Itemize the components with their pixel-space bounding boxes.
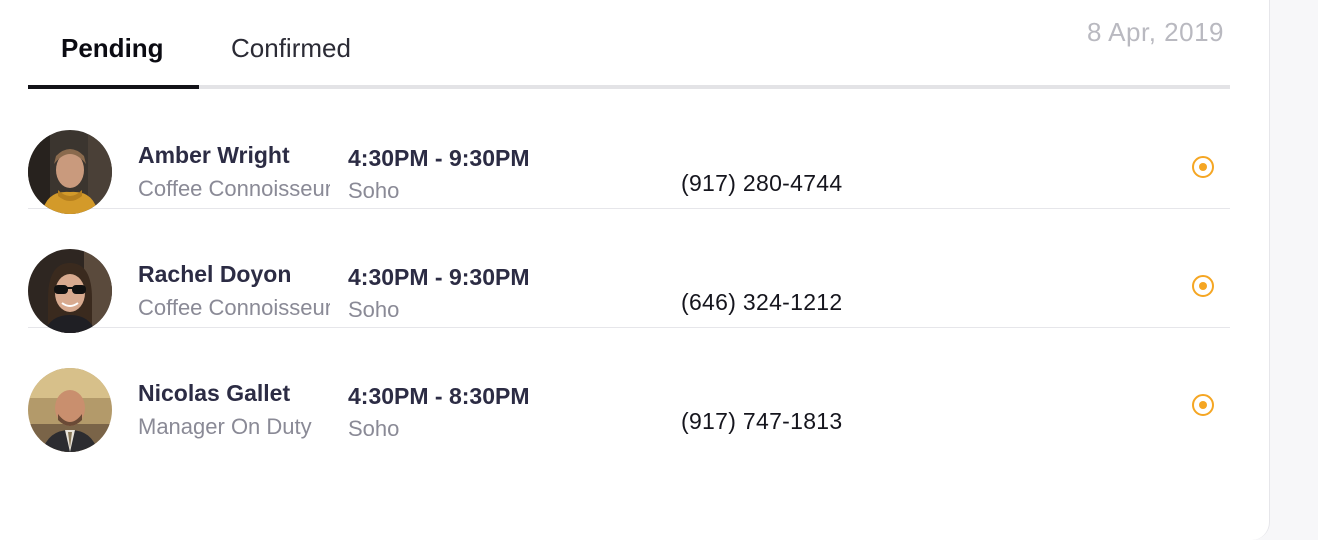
shift-location: Soho — [348, 297, 400, 322]
shift-time: 4:30PM - 9:30PM — [348, 145, 530, 171]
employee-role: Coffee Connoisseur — [138, 176, 330, 201]
select-radio-icon[interactable] — [1192, 156, 1214, 178]
employee-role: Manager On Duty — [138, 414, 312, 439]
shifts-card: Pending Confirmed 8 Apr, 2019 Amber Wrig… — [0, 0, 1270, 540]
shift-time: 4:30PM - 8:30PM — [348, 383, 530, 409]
phone-number[interactable]: (917) 747-1813 — [681, 408, 842, 435]
shift-row[interactable]: Nicolas Gallet Manager On Duty 4:30PM - … — [28, 328, 1230, 452]
phone-number[interactable]: (646) 324-1212 — [681, 289, 842, 316]
employee-name: Amber Wright — [138, 142, 290, 168]
phone-number[interactable]: (917) 280-4744 — [681, 170, 842, 197]
tab-active-indicator — [28, 85, 199, 89]
shift-location: Soho — [348, 416, 400, 441]
tab-bar: Pending Confirmed — [28, 0, 1230, 90]
radio-dot — [1199, 282, 1207, 290]
tab-pending[interactable]: Pending — [61, 33, 164, 64]
shift-time: 4:30PM - 9:30PM — [348, 264, 530, 290]
tab-divider — [28, 85, 1230, 89]
shift-row[interactable]: Amber Wright Coffee Connoisseur 4:30PM -… — [28, 90, 1230, 214]
radio-dot — [1199, 401, 1207, 409]
schedule-date: 8 Apr, 2019 — [1086, 17, 1224, 47]
shift-list: Amber Wright Coffee Connoisseur 4:30PM -… — [28, 90, 1230, 452]
avatar — [28, 130, 112, 214]
employee-name: Nicolas Gallet — [138, 380, 291, 406]
avatar — [28, 368, 112, 452]
select-radio-icon[interactable] — [1192, 394, 1214, 416]
avatar — [28, 249, 112, 333]
tab-confirmed[interactable]: Confirmed — [231, 33, 351, 64]
shift-location: Soho — [348, 178, 400, 203]
employee-role: Coffee Connoisseur — [138, 295, 330, 320]
shift-row[interactable]: Rachel Doyon Coffee Connoisseur 4:30PM -… — [28, 209, 1230, 333]
radio-dot — [1199, 163, 1207, 171]
employee-name: Rachel Doyon — [138, 261, 292, 287]
select-radio-icon[interactable] — [1192, 275, 1214, 297]
